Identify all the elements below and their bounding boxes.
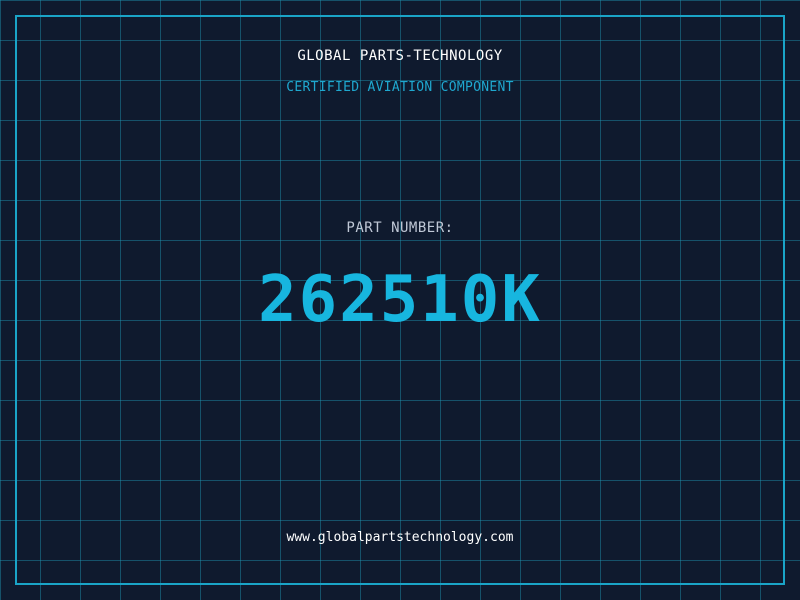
part-number-value: 262510K (258, 263, 542, 337)
website-url: www.globalpartstechnology.com (286, 530, 514, 545)
company-name: GLOBAL PARTS-TECHNOLOGY (297, 48, 503, 64)
part-number-label: PART NUMBER: (346, 220, 454, 236)
certification-subtitle: CERTIFIED AVIATION COMPONENT (286, 80, 514, 95)
